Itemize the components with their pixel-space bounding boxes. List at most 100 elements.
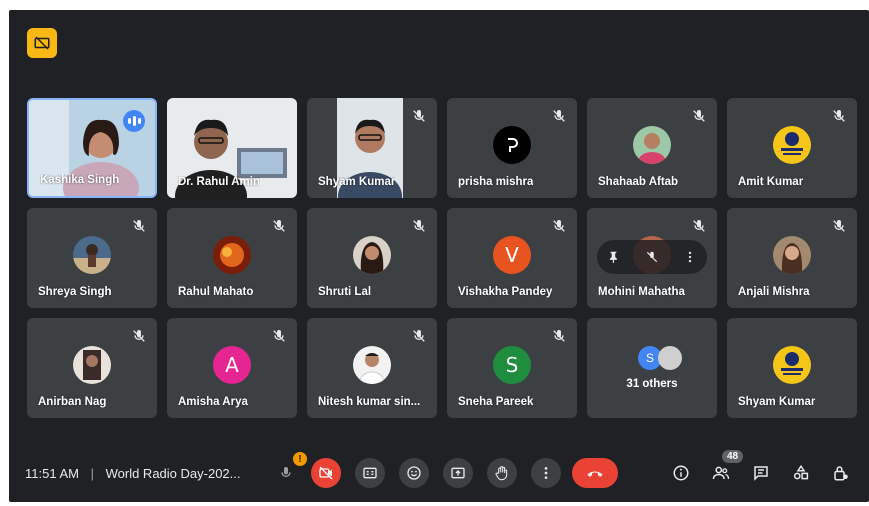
more-options-icon[interactable]	[683, 250, 697, 264]
mic-off-icon	[553, 220, 565, 232]
avatar	[633, 126, 671, 164]
avatar	[493, 126, 531, 164]
participant-name: Amisha Arya	[178, 396, 248, 408]
shapes-icon	[793, 464, 809, 480]
more-vert-icon	[544, 467, 548, 479]
mute-participant-icon[interactable]	[645, 250, 659, 264]
university-logo-avatar	[773, 126, 811, 164]
camera-toggle-button[interactable]	[311, 458, 341, 488]
meet-window: Kashika Singh Dr. Rahul Amin Shyam Kumar…	[9, 10, 869, 502]
participant-tile[interactable]: Shruti Lal	[307, 208, 437, 308]
emoji-icon	[407, 466, 421, 480]
participant-tile[interactable]: Shreya Singh	[27, 208, 157, 308]
reactions-button[interactable]	[399, 458, 429, 488]
meeting-controls-bar: 11:51 AM | World Radio Day-202... ! 48	[9, 448, 869, 502]
university-logo-avatar	[773, 346, 811, 384]
lock-person-icon	[834, 466, 848, 481]
mic-off-icon	[553, 110, 565, 122]
meeting-details-button[interactable]	[670, 462, 692, 484]
participant-name: Kashika Singh	[40, 174, 120, 186]
present-screen-button[interactable]	[443, 458, 473, 488]
avatar	[353, 346, 391, 384]
avatar	[353, 236, 391, 274]
meeting-title: World Radio Day-202...	[105, 466, 241, 481]
participant-tile[interactable]: Amit Kumar	[727, 98, 857, 198]
participant-tile[interactable]: Dr. Rahul Amin	[167, 98, 297, 198]
avatar	[73, 346, 111, 384]
participant-tile[interactable]: A Amisha Arya	[167, 318, 297, 418]
participant-name: Mohini Mahatha	[598, 286, 685, 298]
participant-tile[interactable]: Kashika Singh	[27, 98, 157, 198]
mic-off-icon	[833, 220, 845, 232]
avatar	[213, 236, 251, 274]
present-icon	[451, 467, 465, 479]
camera-off-icon	[319, 466, 333, 480]
captions-icon	[363, 467, 377, 479]
participant-tile[interactable]: Rahul Mahato	[167, 208, 297, 308]
letter-avatar: S	[493, 346, 531, 384]
participant-name: Shyam Kumar	[318, 176, 396, 188]
participant-name: Amit Kumar	[738, 176, 804, 188]
tile-hover-controls	[597, 240, 707, 274]
pin-icon[interactable]	[607, 250, 621, 264]
participant-tile[interactable]: Mohini Mahatha	[587, 208, 717, 308]
letter-avatar: V	[493, 236, 531, 274]
letter-avatar: A	[213, 346, 251, 384]
mic-off-icon	[693, 220, 705, 232]
participant-tile[interactable]: Anirban Nag	[27, 318, 157, 418]
activities-button[interactable]	[790, 462, 812, 484]
end-call-icon	[587, 471, 603, 477]
participant-tile[interactable]: V Vishakha Pandey	[447, 208, 577, 308]
avatar	[658, 346, 682, 370]
mic-alert-badge: !	[293, 452, 307, 466]
participant-name: Sneha Pareek	[458, 396, 534, 408]
participant-name: Dr. Rahul Amin	[178, 176, 260, 188]
hide-self-view-button[interactable]	[27, 28, 57, 58]
mic-off-icon	[281, 467, 291, 477]
meeting-info: 11:51 AM | World Radio Day-202...	[25, 466, 241, 481]
participant-name: Shahaab Aftab	[598, 176, 679, 188]
captions-button[interactable]	[355, 458, 385, 488]
mic-off-icon	[693, 110, 705, 122]
avatar	[773, 236, 811, 274]
mic-off-icon	[133, 330, 145, 342]
participant-name: Vishakha Pandey	[458, 286, 553, 298]
participant-name: prisha mishra	[458, 176, 534, 188]
people-icon	[712, 466, 730, 480]
people-button[interactable]	[710, 462, 732, 484]
participant-tile[interactable]: S Sneha Pareek	[447, 318, 577, 418]
others-tile[interactable]: S 31 others	[587, 318, 717, 418]
participant-name: Anjali Mishra	[738, 286, 810, 298]
mic-toggle-button[interactable]: !	[271, 452, 307, 488]
raise-hand-button[interactable]	[487, 458, 517, 488]
mic-off-icon	[553, 330, 565, 342]
mic-off-icon	[413, 330, 425, 342]
speaking-indicator-icon	[123, 110, 145, 132]
mic-off-icon	[413, 110, 425, 122]
mic-off-icon	[133, 220, 145, 232]
leave-call-button[interactable]	[572, 458, 618, 488]
mic-off-icon	[833, 110, 845, 122]
participant-tile[interactable]: Shahaab Aftab	[587, 98, 717, 198]
others-count: 31 others	[626, 378, 678, 390]
avatar	[73, 236, 111, 274]
participant-tile[interactable]: Nitesh kumar sin...	[307, 318, 437, 418]
mic-off-icon	[413, 220, 425, 232]
info-icon	[673, 465, 689, 481]
host-controls-button[interactable]	[830, 462, 852, 484]
participant-name: Shreya Singh	[38, 286, 112, 298]
others-avatars: S	[638, 346, 682, 370]
participant-name: Shyam Kumar	[738, 396, 816, 408]
no-video-icon	[34, 36, 50, 50]
participant-name: Anirban Nag	[38, 396, 107, 408]
participant-tile[interactable]: prisha mishra	[447, 98, 577, 198]
participant-name: Rahul Mahato	[178, 286, 254, 298]
participant-tile[interactable]: Shyam Kumar	[727, 318, 857, 418]
chat-button[interactable]	[750, 462, 772, 484]
participant-tile[interactable]: Shyam Kumar	[307, 98, 437, 198]
hand-icon	[495, 466, 508, 481]
mic-off-icon	[273, 220, 285, 232]
clock-time: 11:51 AM	[25, 466, 79, 481]
participant-tile[interactable]: Anjali Mishra	[727, 208, 857, 308]
more-options-button[interactable]	[531, 458, 561, 488]
